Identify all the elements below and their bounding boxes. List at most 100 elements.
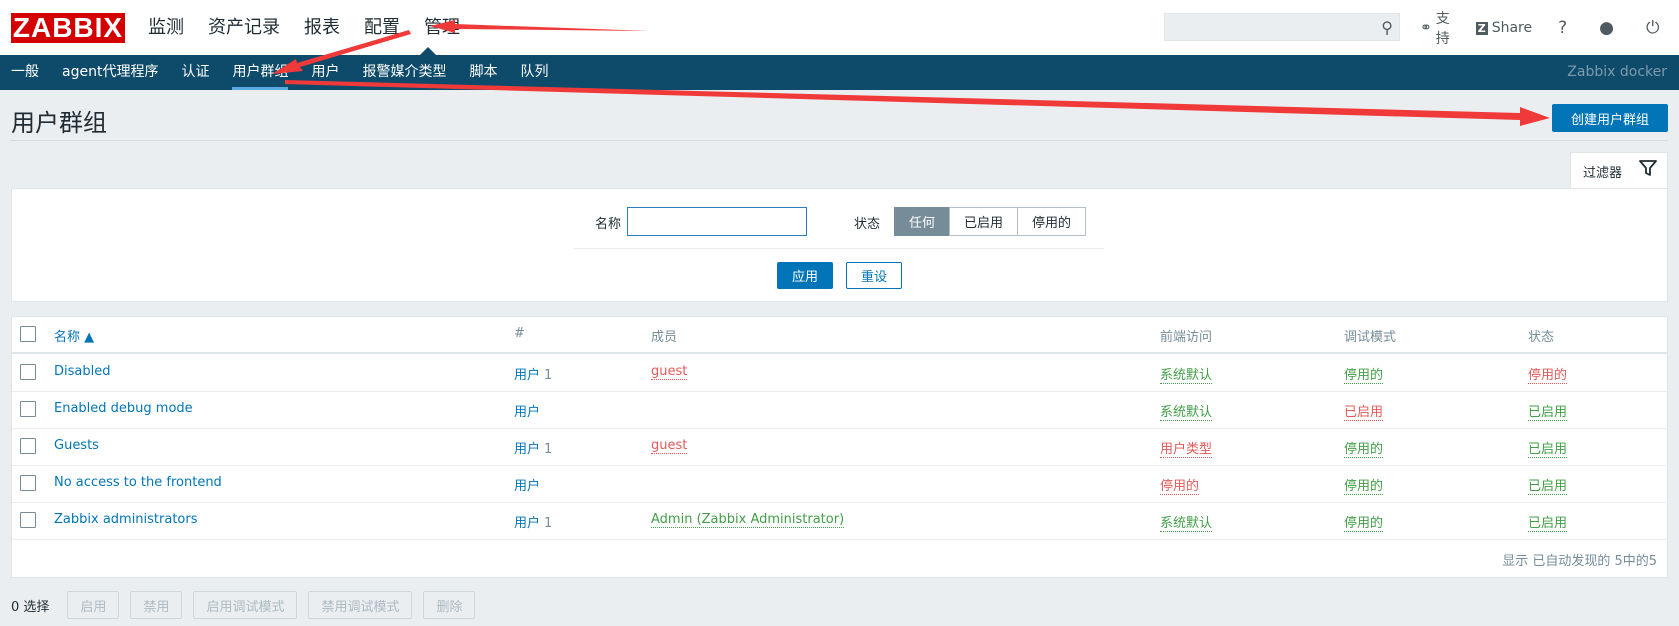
- header-tools: ⚭ 支持 Z Share ? ● ⏻: [1420, 11, 1679, 47]
- users-label: 用户: [514, 405, 541, 420]
- subnav-general[interactable]: 一般: [11, 55, 39, 90]
- menu-reports[interactable]: 报表: [304, 14, 340, 42]
- subnav-users[interactable]: 用户: [311, 55, 339, 90]
- page-title: 用户群组: [11, 109, 107, 137]
- debug-mode-toggle[interactable]: 已启用: [1344, 401, 1384, 421]
- power-icon[interactable]: ⏻: [1646, 18, 1659, 38]
- group-name-link[interactable]: No access to the frontend: [54, 475, 222, 490]
- users-label: 用户: [514, 479, 541, 494]
- filter-name-input[interactable]: [627, 207, 807, 236]
- users-link[interactable]: 用户 1: [514, 512, 552, 531]
- delete-button[interactable]: 删除: [423, 591, 476, 619]
- global-search-input[interactable]: ⚲: [1164, 13, 1400, 41]
- group-name-link[interactable]: Zabbix administrators: [54, 512, 198, 527]
- row-checkbox[interactable]: [20, 512, 36, 528]
- group-name-link[interactable]: Guests: [54, 438, 99, 453]
- subnav-queue[interactable]: 队列: [520, 55, 548, 90]
- mass-actions-bar: 0 选择 启用 禁用 启用调试模式 禁用调试模式 删除: [11, 591, 486, 619]
- users-label: 用户: [514, 516, 541, 531]
- users-link[interactable]: 用户 1: [514, 438, 552, 457]
- status-segmented-control: 任何 已启用 停用的: [894, 207, 1087, 236]
- menu-monitoring[interactable]: 监测: [148, 14, 184, 42]
- create-user-group-button[interactable]: 创建用户群组: [1552, 104, 1668, 132]
- users-link[interactable]: 用户: [514, 475, 544, 494]
- group-name-link[interactable]: Disabled: [54, 364, 110, 379]
- table-row: Guests 用户 1 guest 用户类型 停用的 已启用: [12, 428, 1667, 466]
- disable-debug-button[interactable]: 禁用调试模式: [308, 591, 413, 619]
- filter-name-label: 名称: [595, 217, 622, 232]
- user-groups-table: 名称 ▲ # 成员 前端访问 调试模式 状态 Disabled 用户 1 gues…: [11, 316, 1668, 578]
- subnav-scripts[interactable]: 脚本: [469, 55, 497, 90]
- disable-button[interactable]: 禁用: [130, 591, 183, 619]
- column-name[interactable]: 名称 ▲: [54, 326, 94, 345]
- table-row: No access to the frontend 用户 停用的 停用的 已启用: [12, 465, 1667, 503]
- frontend-access-toggle[interactable]: 用户类型: [1160, 438, 1213, 458]
- status-toggle[interactable]: 已启用: [1528, 401, 1568, 421]
- filter-tab[interactable]: 过滤器: [1570, 152, 1668, 189]
- users-link[interactable]: 用户: [514, 401, 544, 420]
- status-toggle[interactable]: 已启用: [1528, 475, 1568, 495]
- users-label: 用户: [514, 368, 541, 383]
- status-disabled-option[interactable]: 停用的: [1017, 207, 1087, 236]
- selected-count: 0 选择: [11, 599, 50, 615]
- member-link[interactable]: Admin (Zabbix Administrator): [651, 512, 845, 528]
- debug-mode-toggle[interactable]: 停用的: [1344, 475, 1384, 495]
- status-any-option[interactable]: 任何: [894, 207, 951, 236]
- users-count: 1: [544, 368, 553, 383]
- frontend-access-toggle[interactable]: 停用的: [1160, 475, 1200, 495]
- table-row: Zabbix administrators 用户 1 Admin (Zabbix …: [12, 502, 1667, 540]
- reset-button[interactable]: 重设: [846, 262, 902, 289]
- share-link[interactable]: Z Share: [1475, 20, 1533, 36]
- row-checkbox[interactable]: [20, 438, 36, 454]
- filter-icon: [1639, 159, 1657, 182]
- filter-tab-label: 过滤器: [1583, 166, 1623, 181]
- column-debug-mode: 调试模式: [1344, 330, 1397, 345]
- users-label: 用户: [514, 442, 541, 457]
- table-row: Enabled debug mode 用户 系统默认 已启用 已启用: [12, 391, 1667, 429]
- debug-mode-toggle[interactable]: 停用的: [1344, 512, 1384, 532]
- headset-icon: ⚭: [1420, 20, 1432, 36]
- row-checkbox[interactable]: [20, 364, 36, 380]
- column-frontend-access: 前端访问: [1160, 330, 1213, 345]
- row-checkbox[interactable]: [20, 401, 36, 417]
- member-link[interactable]: guest: [651, 364, 688, 380]
- frontend-access-toggle[interactable]: 系统默认: [1160, 401, 1213, 421]
- select-all-checkbox[interactable]: [20, 326, 36, 342]
- subnav-authentication[interactable]: 认证: [181, 55, 209, 90]
- row-checkbox[interactable]: [20, 475, 36, 491]
- user-icon[interactable]: ●: [1599, 18, 1614, 38]
- table-header: 名称 ▲ # 成员 前端访问 调试模式 状态: [12, 317, 1667, 354]
- enable-debug-button[interactable]: 启用调试模式: [193, 591, 298, 619]
- member-link[interactable]: guest: [651, 438, 688, 454]
- enable-button[interactable]: 启用: [67, 591, 120, 619]
- column-status: 状态: [1528, 330, 1555, 345]
- status-toggle[interactable]: 已启用: [1528, 512, 1568, 532]
- zabbix-logo[interactable]: ZABBIX: [11, 13, 125, 43]
- search-icon[interactable]: ⚲: [1381, 18, 1393, 37]
- filter-panel: [11, 188, 1668, 302]
- share-label: Share: [1491, 20, 1533, 36]
- help-icon[interactable]: ?: [1558, 18, 1567, 38]
- status-enabled-option[interactable]: 已启用: [949, 207, 1019, 236]
- support-link[interactable]: ⚭ 支持: [1420, 8, 1450, 48]
- frontend-access-toggle[interactable]: 系统默认: [1160, 364, 1213, 384]
- subnav-proxies[interactable]: agent代理程序: [62, 55, 158, 90]
- table-row: Disabled 用户 1 guest 系统默认 停用的 停用的: [12, 354, 1667, 392]
- debug-mode-toggle[interactable]: 停用的: [1344, 364, 1384, 384]
- subnav-media-types[interactable]: 报警媒介类型: [362, 55, 446, 90]
- column-members: 成员: [651, 330, 678, 345]
- server-name: Zabbix docker: [1567, 64, 1667, 80]
- menu-administration[interactable]: 管理: [424, 14, 460, 42]
- status-toggle[interactable]: 已启用: [1528, 438, 1568, 458]
- apply-button[interactable]: 应用: [777, 262, 833, 289]
- menu-configuration[interactable]: 配置: [364, 14, 400, 42]
- users-count: 1: [544, 442, 553, 457]
- menu-inventory[interactable]: 资产记录: [208, 14, 280, 42]
- group-name-link[interactable]: Enabled debug mode: [54, 401, 193, 416]
- active-menu-caret: [420, 47, 436, 55]
- users-link[interactable]: 用户 1: [514, 364, 552, 383]
- status-toggle[interactable]: 停用的: [1528, 364, 1568, 384]
- debug-mode-toggle[interactable]: 停用的: [1344, 438, 1384, 458]
- frontend-access-toggle[interactable]: 系统默认: [1160, 512, 1213, 532]
- subnav-user-groups[interactable]: 用户群组: [232, 55, 289, 90]
